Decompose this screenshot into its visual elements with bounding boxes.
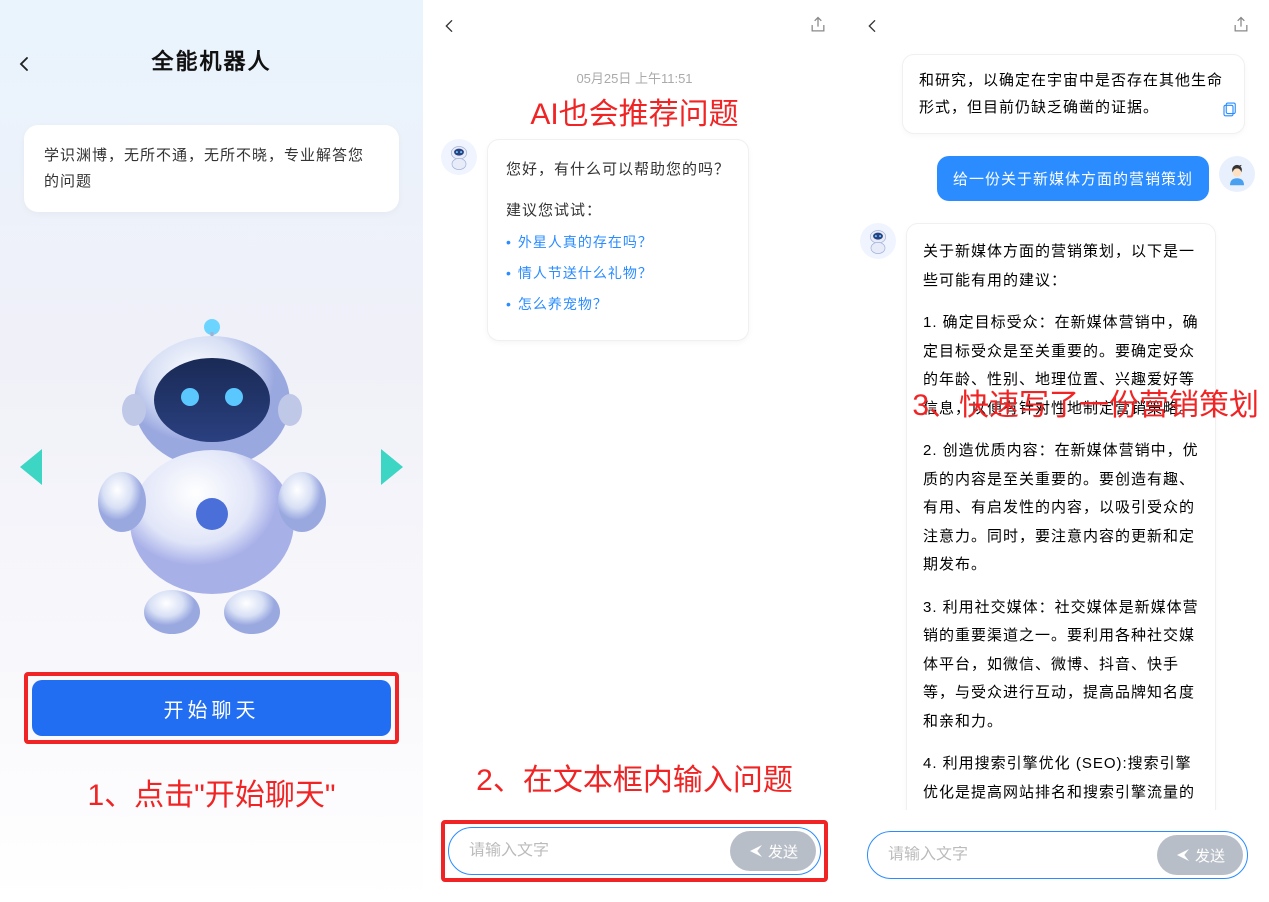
timestamp: 05月25日 上午11:51 [423, 68, 846, 87]
header: 全能机器人 [0, 0, 423, 100]
send-icon [1175, 847, 1191, 863]
header [846, 0, 1269, 50]
send-icon [748, 843, 764, 859]
suggestion-link[interactable]: 情人节送什么礼物？ [506, 261, 730, 286]
copy-icon[interactable] [1221, 100, 1239, 118]
chat-screen-empty: 05月25日 上午11:51 AI也会推荐问题 您好，有什么可以帮助您的吗？ 建… [423, 0, 846, 902]
try-label: 建议您试试： [506, 197, 730, 224]
back-button[interactable] [864, 10, 880, 41]
input-highlight: 发送 [441, 820, 828, 882]
robot-illustration [62, 292, 362, 642]
send-button[interactable]: 发送 [1157, 835, 1243, 875]
user-avatar-icon [1219, 156, 1255, 192]
ai-point: 2. 创造优质内容：在新媒体营销中，优质的内容是至关重要的。要创造有趣、有用、有… [923, 437, 1199, 580]
send-button[interactable]: 发送 [730, 831, 816, 871]
chat-screen-response: 和研究，以确定在宇宙中是否存在其他生命形式，但目前仍缺乏确凿的证据。 给一份关于… [846, 0, 1269, 902]
intro-card: 学识渊博，无所不通，无所不晓，专业解答您的问题 [24, 125, 399, 212]
chat-scroll[interactable]: 和研究，以确定在宇宙中是否存在其他生命形式，但目前仍缺乏确凿的证据。 给一份关于… [846, 50, 1269, 810]
suggestion-link[interactable]: 外星人真的存在吗？ [506, 230, 730, 255]
input-wrapper: 发送 [864, 828, 1251, 882]
annotation-step2: 2、在文本框内输入问题 [423, 755, 846, 799]
send-label: 发送 [768, 841, 798, 862]
start-chat-button[interactable]: 开始聊天 [32, 680, 391, 736]
page-title: 全能机器人 [151, 44, 271, 76]
annotation-step3: 3、快速写了一份营销策划 [912, 380, 1259, 424]
intro-screen: 全能机器人 学识渊博，无所不通，无所不晓，专业解答您的问题 [0, 0, 423, 902]
back-button[interactable] [15, 52, 33, 80]
header [423, 0, 846, 50]
annotation-step1: 1、点击"开始聊天" [0, 770, 423, 814]
ai-message-bubble: 您好，有什么可以帮助您的吗？ 建议您试试： 外星人真的存在吗？ 情人节送什么礼物… [487, 139, 749, 341]
ai-point: 3. 利用社交媒体：社交媒体是新媒体营销的重要渠道之一。要利用各种社交媒体平台，… [923, 594, 1199, 737]
ai-message-bubble: 关于新媒体方面的营销策划，以下是一些可能有用的建议： 1. 确定目标受众：在新媒… [906, 223, 1216, 810]
suggestion-link[interactable]: 怎么养宠物？ [506, 292, 730, 317]
ai-message-tail: 和研究，以确定在宇宙中是否存在其他生命形式，但目前仍缺乏确凿的证据。 [902, 54, 1245, 134]
share-icon[interactable] [808, 14, 828, 36]
annotation-suggestion: AI也会推荐问题 [423, 89, 846, 133]
input-bar: 发送 [448, 827, 821, 875]
user-message-bubble: 给一份关于新媒体方面的营销策划 [937, 156, 1209, 201]
ai-avatar-icon [441, 139, 477, 175]
send-label: 发送 [1195, 845, 1225, 866]
input-bar: 发送 [867, 831, 1248, 879]
share-icon[interactable] [1231, 14, 1251, 36]
message-input[interactable] [469, 842, 730, 860]
back-button[interactable] [441, 10, 457, 41]
ai-avatar-icon [860, 223, 896, 259]
ai-point: 4. 利用搜索引擎优化 (SEO):搜索引擎优化是提高网站排名和搜索引擎流量的重… [923, 750, 1199, 810]
ai-message-row: 关于新媒体方面的营销策划，以下是一些可能有用的建议： 1. 确定目标受众：在新媒… [846, 223, 1269, 810]
greeting-text: 您好，有什么可以帮助您的吗？ [506, 156, 730, 183]
carousel-prev-icon[interactable] [20, 449, 42, 485]
robot-carousel [0, 267, 423, 667]
user-message-row: 给一份关于新媒体方面的营销策划 [846, 156, 1269, 201]
message-input[interactable] [888, 846, 1157, 864]
ai-intro: 关于新媒体方面的营销策划，以下是一些可能有用的建议： [923, 238, 1199, 295]
carousel-next-icon[interactable] [381, 449, 403, 485]
ai-message-row: 您好，有什么可以帮助您的吗？ 建议您试试： 外星人真的存在吗？ 情人节送什么礼物… [423, 139, 846, 341]
start-button-highlight: 开始聊天 [24, 672, 399, 744]
